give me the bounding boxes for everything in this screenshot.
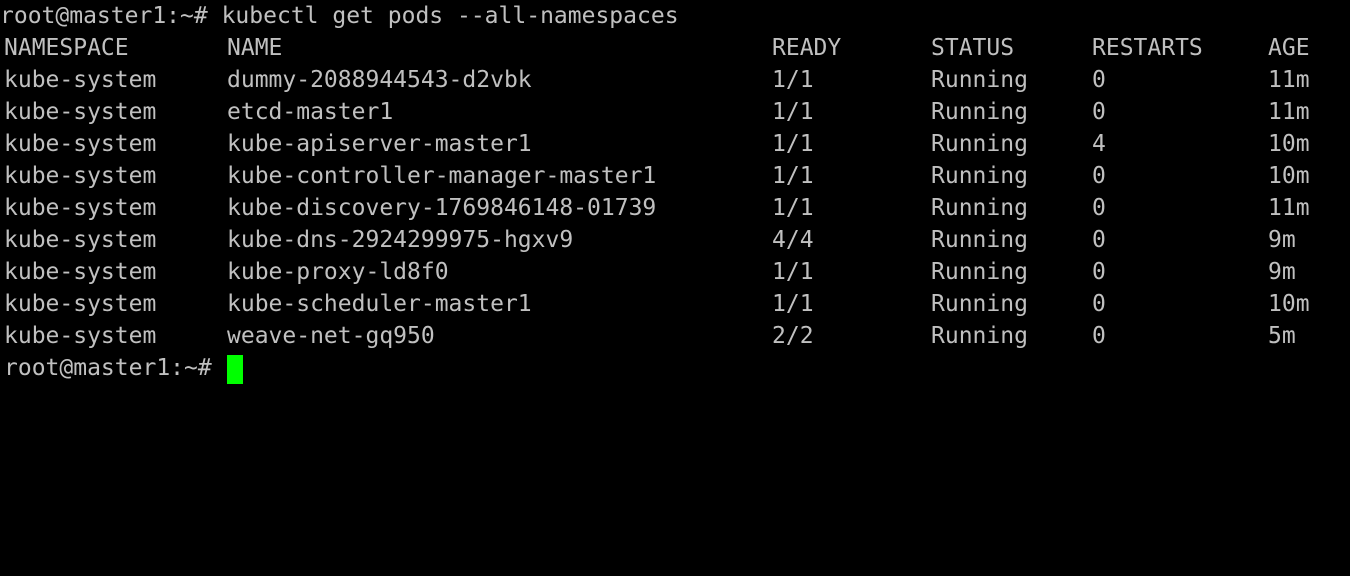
cell-ready: 2/2 [772,323,814,349]
cell-restarts: 0 [1092,163,1106,189]
cell-namespace: kube-system [4,163,157,189]
cell-name: kube-discovery-1769846148-01739 [227,195,657,221]
cell-namespace: kube-system [4,195,157,221]
cell-namespace: kube-system [4,227,157,253]
cell-ready: 1/1 [772,195,814,221]
table-row: kube-system kube-controller-manager-mast… [0,160,1350,192]
active-prompt-line[interactable]: root@master1:~# [0,352,1350,384]
header-restarts: RESTARTS [1092,35,1203,61]
header-age: AGE [1268,35,1310,61]
cell-restarts: 0 [1092,323,1106,349]
cell-restarts: 0 [1092,99,1106,125]
table-row: kube-system kube-proxy-ld8f0 1/1 Running… [0,256,1350,288]
cell-status: Running [931,323,1028,349]
cell-namespace: kube-system [4,131,157,157]
header-status: STATUS [931,35,1015,61]
terminal-window[interactable]: root@master1:~# kubectl get pods --all-n… [0,0,1350,428]
cell-restarts: 0 [1092,291,1106,317]
cell-status: Running [931,99,1028,125]
table-row: kube-system kube-discovery-1769846148-01… [0,192,1350,224]
table-row: kube-system weave-net-gq950 2/2 Running … [0,320,1350,352]
cell-age: 11m [1268,195,1310,221]
cell-name: kube-proxy-ld8f0 [227,259,449,285]
cell-status: Running [931,195,1028,221]
cell-status: Running [931,163,1028,189]
cell-ready: 1/1 [772,67,814,93]
cell-name: kube-apiserver-master1 [227,131,532,157]
cell-namespace: kube-system [4,259,157,285]
table-row: kube-system kube-scheduler-master1 1/1 R… [0,288,1350,320]
cell-name: dummy-2088944543-d2vbk [227,67,532,93]
table-row: kube-system etcd-master1 1/1 Running 0 1… [0,96,1350,128]
cell-status: Running [931,131,1028,157]
header-ready: READY [772,35,842,61]
cell-name: kube-dns-2924299975-hgxv9 [227,227,574,253]
table-row: kube-system dummy-2088944543-d2vbk 1/1 R… [0,64,1350,96]
command-prompt: root@master1:~# [0,3,208,29]
cell-name: kube-controller-manager-master1 [227,163,657,189]
cell-age: 10m [1268,131,1310,157]
cell-namespace: kube-system [4,323,157,349]
cell-restarts: 0 [1092,195,1106,221]
cell-restarts: 0 [1092,227,1106,253]
cell-ready: 1/1 [772,131,814,157]
cell-age: 11m [1268,67,1310,93]
command-line: root@master1:~# kubectl get pods --all-n… [0,0,1350,32]
cell-namespace: kube-system [4,99,157,125]
cell-age: 9m [1268,259,1296,285]
command-text: kubectl get pods --all-namespaces [221,3,679,29]
cell-status: Running [931,67,1028,93]
cell-restarts: 0 [1092,259,1106,285]
cell-status: Running [931,291,1028,317]
table-row: kube-system kube-apiserver-master1 1/1 R… [0,128,1350,160]
cell-name: etcd-master1 [227,99,394,125]
table-row: kube-system kube-dns-2924299975-hgxv9 4/… [0,224,1350,256]
cell-age: 10m [1268,163,1310,189]
cell-status: Running [931,259,1028,285]
cell-age: 10m [1268,291,1310,317]
cell-ready: 4/4 [772,227,814,253]
cell-ready: 1/1 [772,163,814,189]
cell-restarts: 4 [1092,131,1106,157]
header-namespace: NAMESPACE [4,35,129,61]
cell-name: weave-net-gq950 [227,323,435,349]
cell-ready: 1/1 [772,99,814,125]
cell-namespace: kube-system [4,67,157,93]
cell-namespace: kube-system [4,291,157,317]
cell-age: 11m [1268,99,1310,125]
cell-name: kube-scheduler-master1 [227,291,532,317]
cell-restarts: 0 [1092,67,1106,93]
table-header: NAMESPACE NAME READY STATUS RESTARTS AGE [0,32,1350,64]
cell-status: Running [931,227,1028,253]
cell-age: 9m [1268,227,1296,253]
header-name: NAME [227,35,283,61]
cursor-block [226,355,243,384]
cell-age: 5m [1268,323,1296,349]
final-prompt: root@master1:~# [4,355,212,381]
cell-ready: 1/1 [772,259,814,285]
cell-ready: 1/1 [772,291,814,317]
